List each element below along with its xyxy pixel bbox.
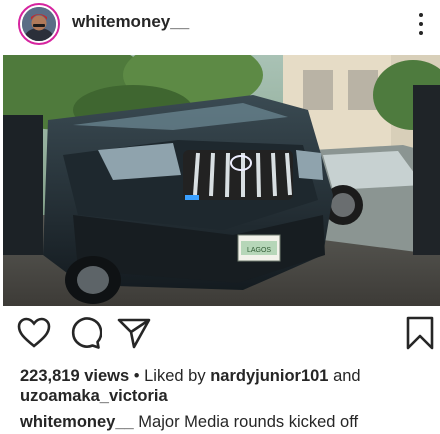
avatar[interactable]: [18, 3, 60, 45]
caption-author[interactable]: whitemoney__: [20, 413, 134, 431]
more-dot: [419, 22, 423, 26]
and-label: and: [328, 367, 361, 385]
username[interactable]: whitemoney__: [72, 12, 189, 32]
send-icon[interactable]: [116, 315, 152, 351]
liked-by-label: • Liked by: [129, 367, 211, 385]
post-header: whitemoney__: [0, 0, 440, 52]
more-dot: [419, 31, 423, 35]
suv-photo: LAGOS: [3, 55, 440, 306]
avatar-icon: [22, 7, 56, 41]
bookmark-icon[interactable]: [402, 315, 438, 351]
action-bar: [0, 315, 440, 359]
post-image[interactable]: LAGOS: [3, 55, 440, 306]
plate-text: LAGOS: [247, 247, 271, 254]
liked-by-user[interactable]: nardyjunior101: [210, 367, 328, 385]
comment-icon[interactable]: [66, 315, 102, 351]
post-caption: whitemoney__ Major Media rounds kicked o…: [20, 413, 358, 432]
more-options-icon[interactable]: [414, 10, 428, 38]
views-liked-line: 223,819 views • Liked by nardyjunior101 …: [20, 367, 361, 386]
profile-avatar-image: [22, 7, 56, 41]
caption-text: Major Media rounds kicked off: [133, 413, 359, 431]
heart-icon[interactable]: [16, 315, 52, 351]
views-count[interactable]: 223,819 views: [20, 367, 129, 385]
more-dot: [419, 13, 423, 17]
liked-by-other-line: uzoamaka_victoria: [20, 387, 168, 406]
liked-by-other-user[interactable]: uzoamaka_victoria: [20, 387, 168, 405]
